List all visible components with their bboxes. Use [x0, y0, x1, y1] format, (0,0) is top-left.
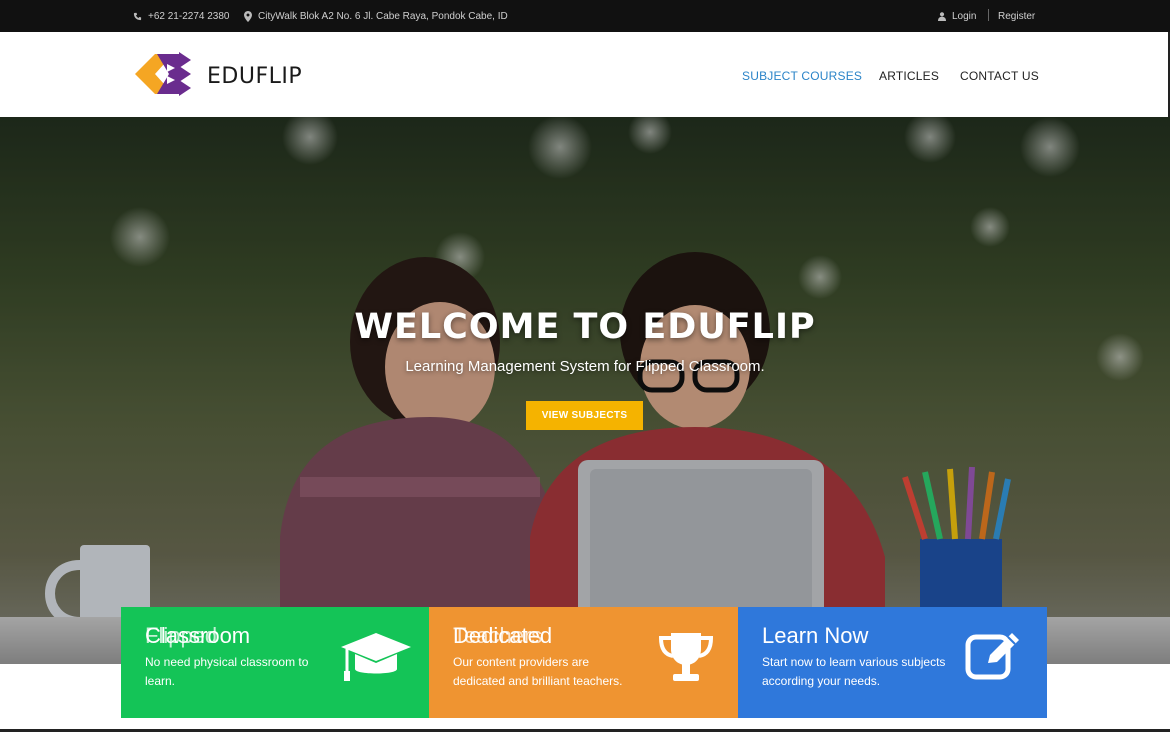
user-icon: [938, 11, 946, 21]
logo[interactable]: EDUFLIP: [133, 46, 302, 107]
feature-title: Learn Now: [762, 623, 869, 648]
feature-card-dedicated: Teachers Dedicated Our content providers…: [429, 607, 738, 718]
feature-desc: Start now to learn various subjects acco…: [762, 655, 946, 688]
feature-desc: Our content providers are dedicated and …: [453, 655, 623, 688]
trophy-icon: [657, 629, 715, 690]
hero-banner: WELCOME TO EDUFLIP Learning Management S…: [0, 117, 1170, 664]
map-marker-icon: [244, 10, 252, 22]
register-link[interactable]: Register: [998, 0, 1035, 32]
graduation-cap-icon: [339, 629, 413, 690]
login-link[interactable]: Login: [938, 0, 976, 32]
eduflip-logo-icon: [133, 46, 203, 107]
view-subjects-button[interactable]: VIEW SUBJECTS: [526, 401, 643, 430]
top-bar: +62 21-2274 2380 CityWalk Blok A2 No. 6 …: [0, 0, 1170, 32]
hero-title: WELCOME TO EDUFLIP: [354, 307, 816, 347]
feature-desc: No need physical classroom to learn.: [145, 655, 309, 688]
address-info: CityWalk Blok A2 No. 6 Jl. Cabe Raya, Po…: [244, 0, 508, 32]
nav-contact-us[interactable]: CONTACT US: [960, 69, 1039, 83]
site-header: EDUFLIP SUBJECT COURSES ARTICLES CONTACT…: [0, 32, 1170, 117]
feature-title: Classroom: [145, 623, 251, 648]
phone-icon: [133, 12, 142, 21]
feature-card-learn-now: Learn Now Start now to learn various sub…: [738, 607, 1047, 718]
feature-title: Dedicated: [453, 623, 553, 648]
divider: [988, 9, 989, 21]
nav-subject-courses[interactable]: SUBJECT COURSES: [742, 69, 862, 83]
feature-card-classroom: Flipped Classroom No need physical class…: [121, 607, 429, 718]
logo-text: EDUFLIP: [207, 64, 303, 89]
phone-number: +62 21-2274 2380: [148, 10, 230, 22]
register-label[interactable]: Register: [998, 11, 1035, 22]
hero-subtitle: Learning Management System for Flipped C…: [405, 358, 765, 375]
login-label[interactable]: Login: [952, 11, 976, 22]
address-text: CityWalk Blok A2 No. 6 Jl. Cabe Raya, Po…: [258, 10, 508, 22]
nav-articles[interactable]: ARTICLES: [879, 69, 939, 83]
edit-icon: [964, 629, 1024, 690]
hero-background-image: [0, 117, 1170, 664]
phone-info: +62 21-2274 2380: [133, 0, 229, 32]
